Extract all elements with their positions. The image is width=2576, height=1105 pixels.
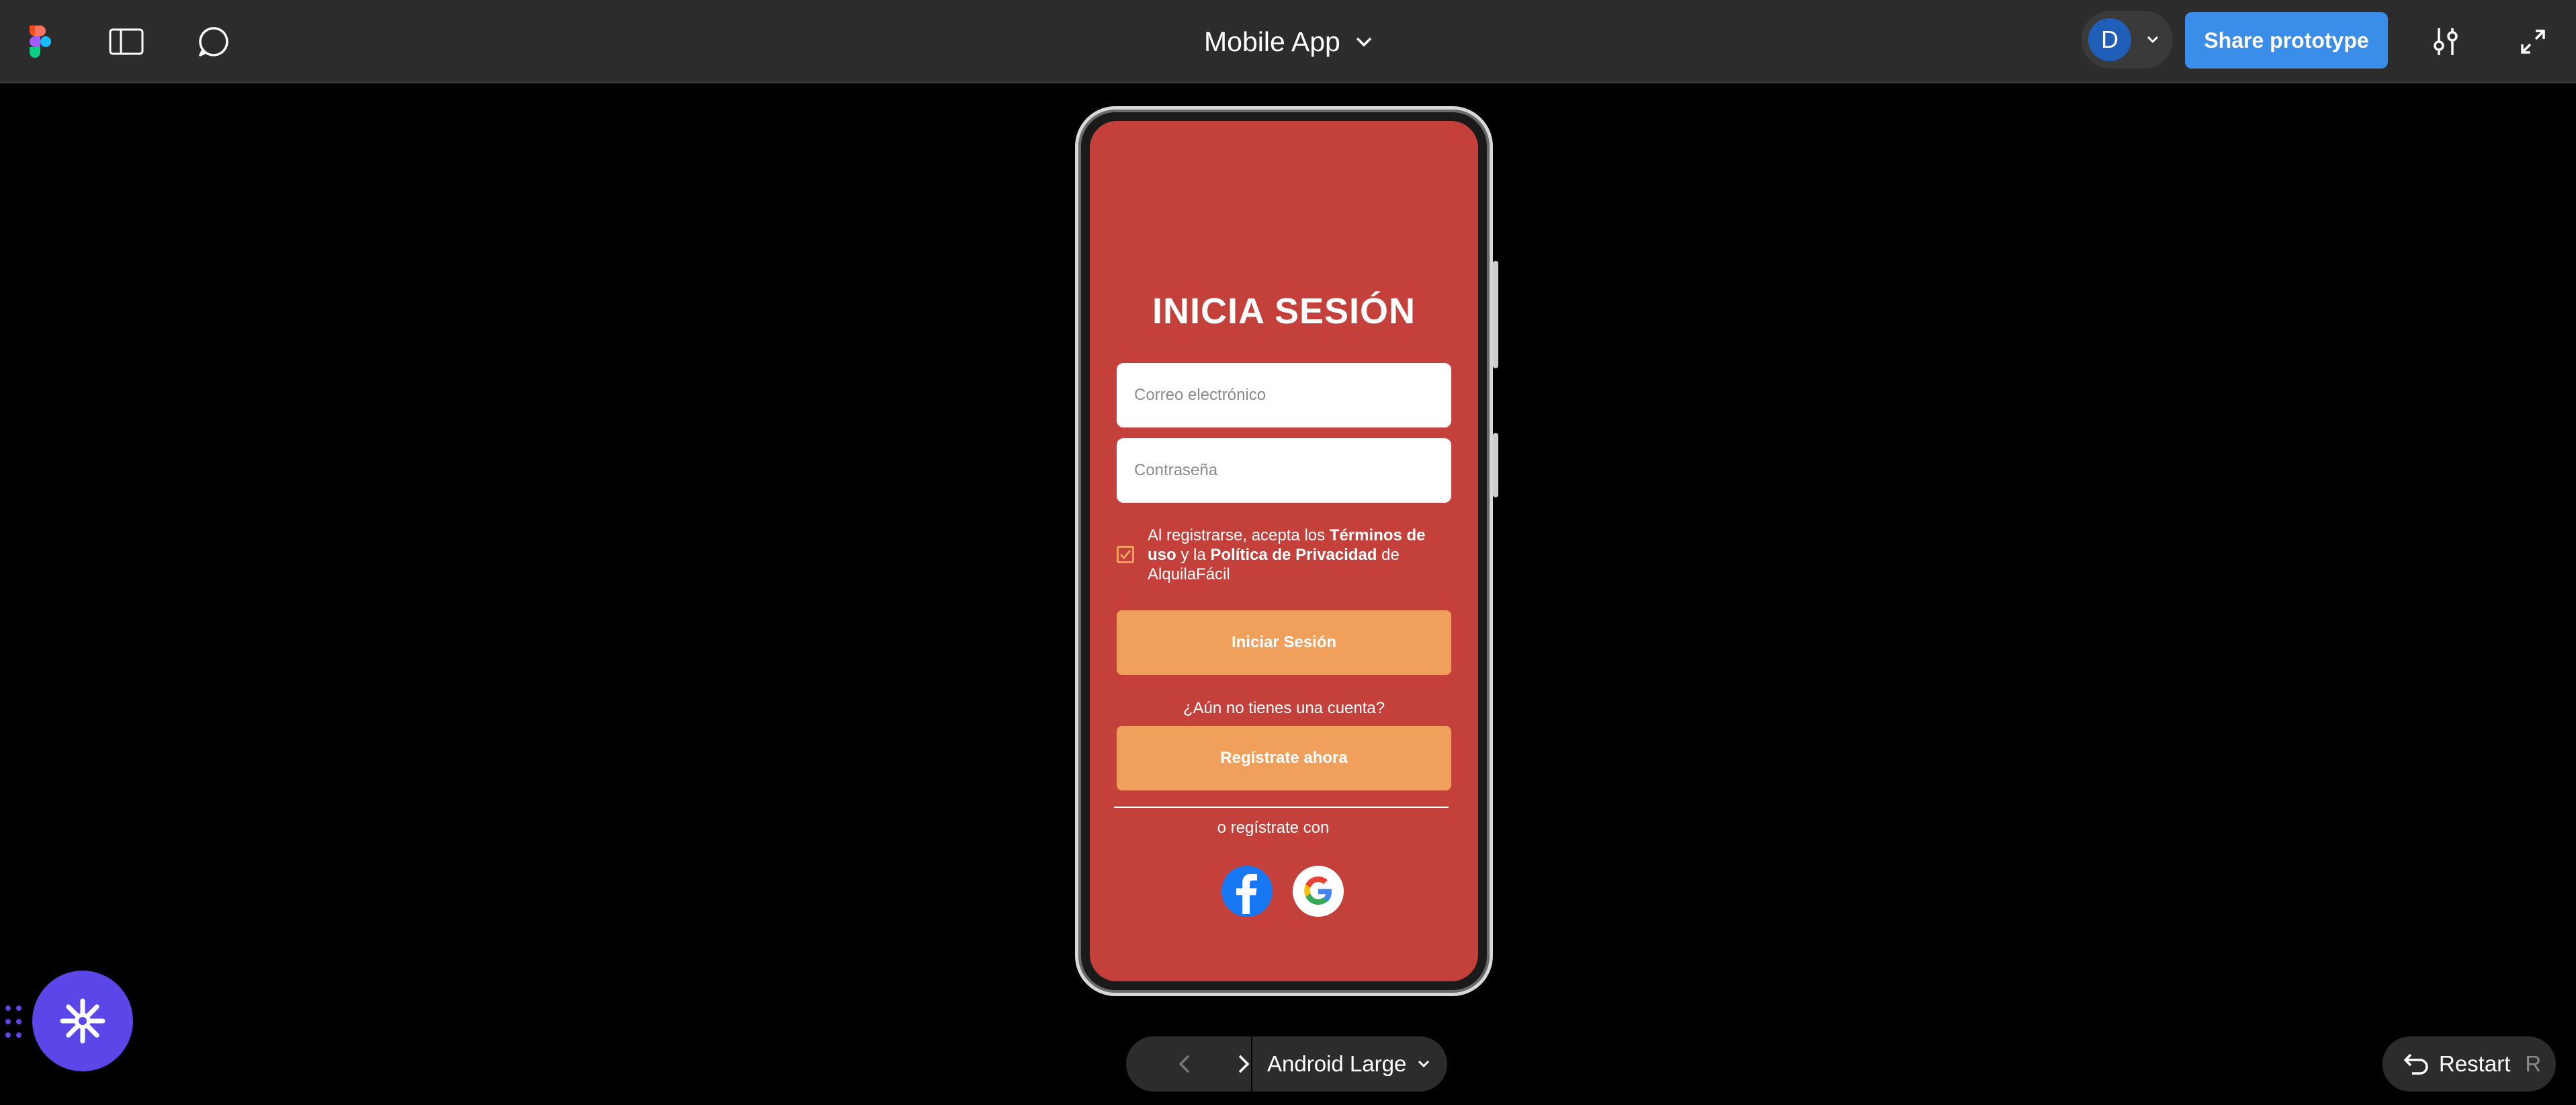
terms-text: Al registrarse, acepta los Términos de u… — [1148, 526, 1451, 584]
login-button[interactable]: Iniciar Sesión — [1117, 610, 1451, 675]
asterisk-icon — [60, 998, 105, 1044]
chevron-down-icon — [1418, 1060, 1430, 1068]
divider — [1114, 807, 1449, 808]
password-field[interactable] — [1117, 438, 1451, 503]
device-name: Android Large — [1267, 1051, 1407, 1076]
check-icon — [1119, 550, 1131, 560]
divider — [1251, 1036, 1252, 1092]
comment-icon[interactable] — [195, 23, 232, 60]
or-register-with-text: o regístrate con — [1217, 819, 1330, 837]
terms-text-part: Al registrarse, acepta los — [1148, 526, 1330, 544]
chevron-right-icon — [1238, 1055, 1250, 1073]
previous-frame-button[interactable] — [1154, 1036, 1215, 1092]
no-account-text: ¿Aún no tienes una cuenta? — [1183, 699, 1385, 717]
top-toolbar: Mobile App D Share prototype — [0, 0, 2576, 83]
chevron-left-icon — [1178, 1055, 1190, 1073]
user-menu[interactable]: D — [2081, 11, 2173, 69]
avatar: D — [2088, 18, 2131, 61]
phone-side-button — [1493, 433, 1498, 497]
settings-sliders-icon[interactable] — [2425, 22, 2466, 62]
document-title-menu[interactable]: Mobile App — [1204, 20, 1373, 63]
restart-icon — [2404, 1053, 2428, 1075]
sidebar-toggle-icon[interactable] — [108, 24, 145, 59]
email-field[interactable] — [1117, 363, 1451, 427]
chevron-down-icon — [2147, 36, 2159, 44]
prototype-navigation: Android Large — [1126, 1036, 1447, 1092]
facebook-icon[interactable] — [1221, 866, 1273, 917]
plugin-launcher-button[interactable] — [32, 971, 133, 1071]
drag-handle-icon[interactable] — [4, 1004, 24, 1042]
chevron-down-icon — [1356, 37, 1372, 47]
restart-label: Restart — [2439, 1051, 2511, 1076]
document-title: Mobile App — [1204, 26, 1340, 57]
device-select[interactable]: Android Large — [1267, 1036, 1430, 1092]
terms-checkbox[interactable] — [1117, 546, 1134, 563]
register-button[interactable]: Regístrate ahora — [1117, 726, 1451, 790]
prototype-screen: INICIA SESIÓN Al registrarse, acepta los… — [1090, 121, 1478, 981]
privacy-policy-link[interactable]: Política de Privacidad — [1210, 546, 1377, 564]
phone-side-button — [1493, 261, 1498, 368]
share-prototype-button[interactable]: Share prototype — [2185, 12, 2388, 69]
fullscreen-icon[interactable] — [2514, 23, 2552, 60]
google-icon[interactable] — [1293, 866, 1344, 917]
restart-shortcut: R — [2525, 1051, 2542, 1076]
next-frame-button[interactable] — [1213, 1036, 1274, 1092]
restart-button[interactable]: Restart R — [2382, 1036, 2556, 1092]
figma-logo-icon[interactable] — [26, 20, 55, 63]
page-title: INICIA SESIÓN — [1152, 291, 1416, 331]
terms-text-part: y la — [1176, 546, 1211, 564]
